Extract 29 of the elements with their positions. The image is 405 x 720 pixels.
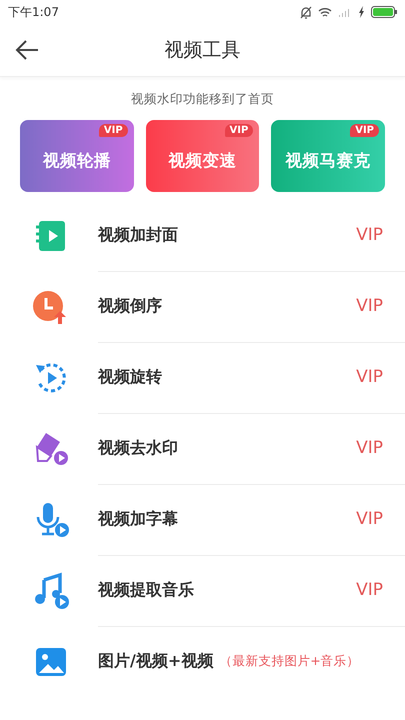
tool-card[interactable]: VIP 视频变速 — [146, 120, 260, 192]
vip-badge: VIP — [98, 124, 128, 137]
battery-icon — [371, 6, 397, 18]
vip-badge: VIP — [224, 124, 254, 137]
vip-label: VIP — [356, 509, 383, 529]
wifi-icon — [318, 6, 332, 18]
music-note-play-icon — [32, 572, 70, 610]
bell-muted-icon — [300, 6, 312, 18]
signal-icon — [338, 6, 352, 18]
vip-label: VIP — [356, 367, 383, 387]
status-time: 下午1:07 — [8, 4, 59, 20]
vip-label: VIP — [356, 296, 383, 316]
vip-badge: VIP — [350, 124, 380, 137]
tool-label[interactable]: 图片/视频+视频 — [98, 651, 214, 672]
tool-note: （最新支持图片+音乐） — [219, 653, 360, 670]
tool-label[interactable]: 视频提取音乐 — [98, 580, 194, 600]
tool-label[interactable]: 视频去水印 — [98, 438, 178, 458]
charging-icon — [358, 6, 365, 18]
tool-label[interactable]: 视频加字幕 — [98, 508, 178, 530]
page-title: 视频工具 — [164, 38, 240, 63]
tool-label[interactable]: 视频加封面 — [98, 224, 178, 246]
tool-label[interactable]: 视频旋转 — [98, 366, 162, 388]
vip-label: VIP — [356, 438, 383, 458]
tool-card[interactable]: VIP 视频马赛克 — [271, 120, 386, 192]
tool-card[interactable]: VIP 视频轮播 — [20, 120, 134, 192]
vip-label: VIP — [356, 580, 383, 600]
notice-text: 视频水印功能移到了首页 — [131, 91, 274, 108]
tool-label[interactable]: 视频倒序 — [98, 296, 162, 316]
vip-label: VIP — [356, 225, 383, 245]
